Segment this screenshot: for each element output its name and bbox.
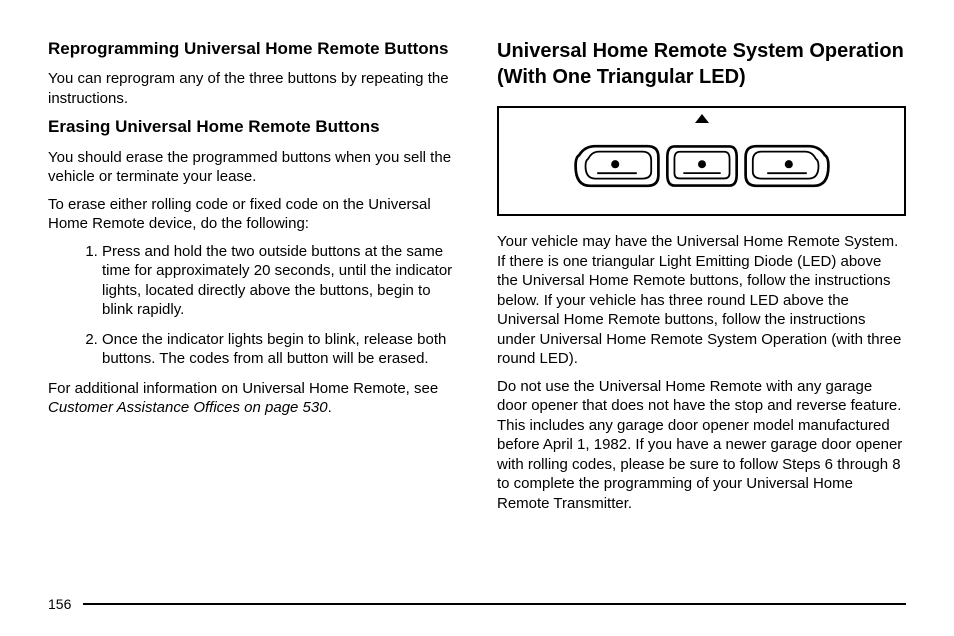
erase-step-1: Press and hold the two outside buttons a… — [102, 242, 457, 320]
right-column: Universal Home Remote System Operation (… — [497, 38, 906, 578]
addl-reference: Customer Assistance Offices on page 530 — [48, 399, 328, 416]
addl-text-2: . — [328, 399, 332, 416]
left-column: Reprogramming Universal Home Remote Butt… — [48, 38, 457, 578]
para-erase-1: You should erase the programmed buttons … — [48, 148, 457, 187]
page-footer: 156 — [48, 596, 906, 612]
remote-button-center — [662, 138, 742, 194]
addl-text-1: For additional information on Universal … — [48, 380, 438, 397]
page-number: 156 — [48, 596, 71, 612]
triangular-led-icon — [695, 114, 709, 123]
page-content: Reprogramming Universal Home Remote Butt… — [48, 38, 906, 578]
heading-erasing: Erasing Universal Home Remote Buttons — [48, 116, 457, 137]
para-reprogram: You can reprogram any of the three butto… — [48, 69, 457, 108]
remote-diagram — [497, 106, 906, 216]
para-system-1: Your vehicle may have the Universal Home… — [497, 232, 906, 369]
erase-step-2: Once the indicator lights begin to blink… — [102, 330, 457, 369]
para-system-2: Do not use the Universal Home Remote wit… — [497, 377, 906, 514]
para-erase-2: To erase either rolling code or fixed co… — [48, 195, 457, 234]
erase-steps-list: Press and hold the two outside buttons a… — [48, 242, 457, 369]
para-additional-info: For additional information on Universal … — [48, 379, 457, 418]
remote-button-right — [742, 138, 832, 194]
heading-reprogramming: Reprogramming Universal Home Remote Butt… — [48, 38, 457, 59]
heading-system-operation: Universal Home Remote System Operation (… — [497, 38, 906, 90]
footer-rule — [83, 603, 906, 605]
remote-button-left — [572, 138, 662, 194]
